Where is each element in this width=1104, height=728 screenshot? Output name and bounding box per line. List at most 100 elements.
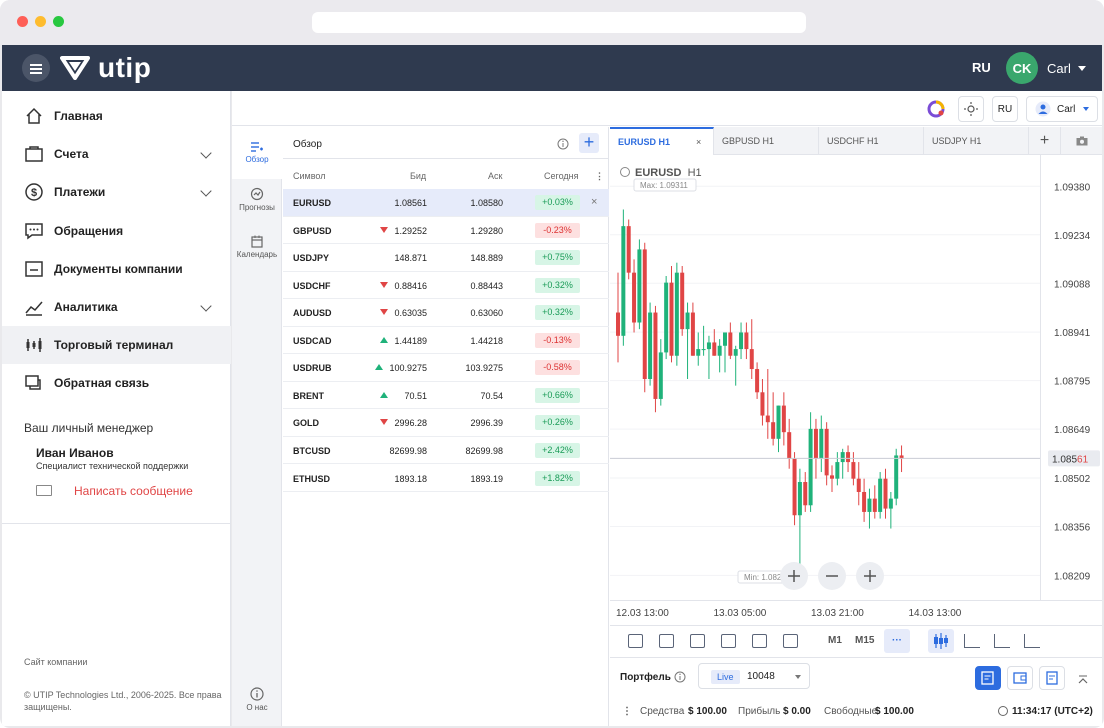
close-window-icon[interactable] [17,16,28,27]
tab-overview[interactable]: Обзор [232,127,282,179]
more-vertical-icon[interactable]: ⋮ [595,171,604,182]
watchlist-row[interactable]: BTCUSD 82699.98 82699.98 +2.42% [283,437,609,465]
history-button[interactable] [1039,666,1065,690]
close-icon[interactable]: × [591,196,597,208]
sidebar-item[interactable]: $ Платежи [2,173,231,211]
tab-forecasts[interactable]: Прогнозы [232,187,282,212]
orders-button[interactable] [975,666,1001,690]
candle-body [862,491,867,512]
chart-tab[interactable]: GBPUSD H1 [714,127,819,155]
fit-icon[interactable] [752,634,767,648]
m15-button[interactable]: M15 [855,635,874,646]
row-change: +2.42% [535,442,580,458]
more-vertical-icon[interactable]: ⋮ [622,706,632,717]
sidebar-item[interactable]: Аналитика [2,288,231,326]
row-ask: 82699.98 [465,445,503,456]
calendar-icon[interactable] [659,634,674,648]
avatar[interactable]: CK [1006,52,1038,84]
top-navbar: utip RU CK Carl [2,45,1102,91]
sidebar-item[interactable]: Документы компании [2,250,231,288]
wallet-button[interactable] [1007,666,1033,690]
menu-icon[interactable] [22,54,50,82]
tab-about[interactable]: О нас [232,687,282,712]
area-chart-icon[interactable] [1024,634,1040,648]
write-message-link[interactable]: Написать сообщение [74,484,193,498]
info-icon[interactable] [557,138,569,150]
watchlist-row[interactable]: AUDUSD 0.63035 0.63060 +0.32% [283,299,609,327]
collapse-icon[interactable] [1078,672,1088,684]
minimize-window-icon[interactable] [35,16,46,27]
tab-calendar[interactable]: Календарь [232,235,282,259]
candle-body [701,349,706,351]
row-change: -0.23% [535,222,580,238]
row-bid: 0.63035 [394,308,427,319]
watchlist-row[interactable]: GOLD 2996.28 2996.39 +0.26% [283,409,609,437]
col-bid[interactable]: Бид [410,171,426,181]
account-selector[interactable]: Live 10048 [698,663,810,689]
brightness-button[interactable] [958,96,984,122]
portfolio-title: Портфель [620,672,671,683]
add-tab-button[interactable]: + [1029,127,1061,155]
watchlist-row[interactable]: GBPUSD 1.29252 1.29280 -0.23% [283,217,609,245]
utip-logo[interactable]: utip [60,52,151,84]
col-today[interactable]: Сегодня [544,171,579,181]
address-bar[interactable] [312,12,806,33]
language-switch[interactable]: RU [972,60,991,75]
close-icon[interactable]: × [696,129,701,155]
user-menu-label: Carl [1057,103,1076,115]
watchlist-row[interactable]: USDCAD 1.44189 1.44218 -0.13% [283,327,609,355]
user-menu-button[interactable]: Carl [1026,96,1098,122]
candle-body [872,498,877,512]
bars-icon[interactable] [964,634,980,648]
watchlist-row[interactable]: EURUSD 1.08561 1.08580 +0.03% × [283,189,609,217]
chart-area: EURUSD H1 × GBPUSD H1 USDCHF H1 USDJPY H1… [610,127,1102,655]
col-ask[interactable]: Аск [488,171,502,181]
user-name[interactable]: Carl [1047,61,1071,76]
watchlist-row[interactable]: USDJPY 148.871 148.889 +0.75% [283,244,609,272]
chart-tab[interactable]: EURUSD H1 × [610,127,714,155]
camera-icon[interactable] [1061,127,1102,155]
col-symbol[interactable]: Символ [293,171,325,181]
candle-body [653,312,658,399]
add-chart-icon[interactable] [783,634,798,648]
draw-tools-icon[interactable] [690,634,705,648]
sidebar-item[interactable]: Главная [2,97,231,135]
shapes-icon[interactable] [721,634,736,648]
chart-tab[interactable]: USDCHF H1 [819,127,924,155]
y-tick-label: 1.09088 [1054,279,1091,290]
row-bid: 82699.98 [389,445,427,456]
current-price-main: 1.085 [1052,454,1077,465]
company-site-link[interactable]: Сайт компании [24,657,87,667]
theme-palette-button[interactable] [924,96,948,122]
sidebar-item[interactable]: Счета [2,135,231,173]
sidebar-item[interactable]: Торговый терминал [2,326,231,365]
add-symbol-button[interactable]: + [579,133,599,153]
candle-body [894,455,899,499]
orders-icon [981,671,994,685]
watchlist-row[interactable]: BRENT 70.51 70.54 +0.66% [283,382,609,410]
line-chart-icon[interactable] [994,634,1010,648]
candles-button[interactable] [928,629,954,653]
chart-tab[interactable]: USDJPY H1 [924,127,1029,155]
y-tick-label: 1.08502 [1054,474,1091,485]
sidebar-item[interactable]: Обращения [2,212,231,250]
sidebar-item[interactable]: Обратная связь [2,364,231,402]
more-timeframes-button[interactable]: ··· [884,629,910,653]
maximize-window-icon[interactable] [53,16,64,27]
info-icon[interactable] [674,671,686,683]
watchlist-row[interactable]: ETHUSD 1893.18 1893.19 +1.82% [283,465,609,492]
chevron-down-icon[interactable] [1078,66,1086,71]
watchlist-row[interactable]: USDRUB 100.9275 103.9275 -0.58% [283,354,609,382]
chart-tabs: EURUSD H1 × GBPUSD H1 USDCHF H1 USDJPY H1… [610,127,1102,155]
candle-body [824,428,829,476]
candle-body [728,332,733,356]
indicators-icon[interactable] [628,634,643,648]
x-tick-label: 14.03 13:00 [909,608,962,619]
candle-body [744,332,749,350]
x-tick-label: 12.03 13:00 [616,608,669,619]
m1-button[interactable]: M1 [828,635,842,646]
price-chart[interactable]: 1.09380 1.09234 1.09088 1.08941 1.08795 1.086… [610,155,1102,625]
chevron-down-icon [200,185,212,198]
watchlist-row[interactable]: USDCHF 0.88416 0.88443 +0.32% [283,272,609,300]
language-button[interactable]: RU [992,96,1018,122]
